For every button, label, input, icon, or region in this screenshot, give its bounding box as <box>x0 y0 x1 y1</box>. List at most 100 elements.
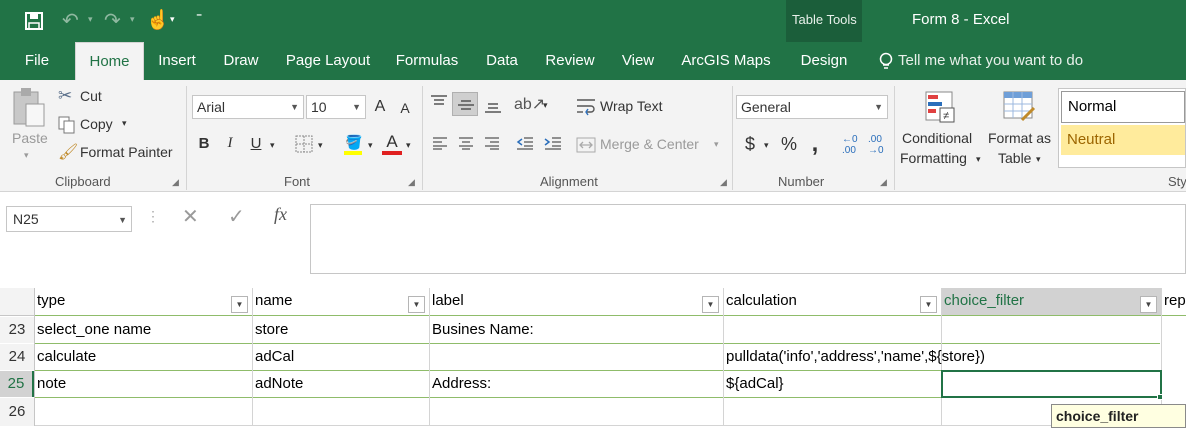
decrease-decimal-icon[interactable]: .00 →0 <box>868 134 884 156</box>
font-size-select[interactable]: 10 ▼ <box>306 95 366 119</box>
redo-icon[interactable]: ↷ <box>104 8 121 33</box>
tab-review[interactable]: Review <box>540 42 600 80</box>
align-middle-button[interactable] <box>452 92 478 116</box>
tab-file[interactable]: File <box>14 42 60 80</box>
number-launcher-icon[interactable]: ◢ <box>880 177 887 188</box>
enter-check-icon[interactable]: ✓ <box>228 204 245 229</box>
cell-type[interactable]: calculate <box>34 344 252 370</box>
customize-toolbar-icon[interactable]: ⁼ <box>196 10 202 24</box>
column-header-name[interactable]: name <box>252 288 429 315</box>
number-format-select[interactable]: General ▼ <box>736 95 888 119</box>
select-all-corner[interactable] <box>0 288 34 316</box>
increase-font-size-button[interactable]: A <box>372 98 388 116</box>
cell-calculation[interactable] <box>723 317 941 343</box>
align-right-icon[interactable] <box>484 136 500 150</box>
cancel-icon[interactable]: ✕ <box>182 204 199 229</box>
column-header-choice-filter[interactable]: choice_filter <box>941 288 1161 315</box>
redo-dropdown-icon[interactable]: ▾ <box>130 14 135 25</box>
filter-dropdown-icon[interactable]: ▼ <box>1140 296 1157 313</box>
merge-center-button[interactable]: Merge & Center ▾ <box>576 134 726 156</box>
row-header-23[interactable]: 23 <box>0 317 34 343</box>
cut-button[interactable]: ✂ Cut <box>58 86 138 108</box>
font-color-dropdown-icon[interactable]: ▾ <box>406 140 411 151</box>
undo-dropdown-icon[interactable]: ▾ <box>88 14 93 25</box>
column-header-calculation[interactable]: calculation <box>723 288 941 315</box>
touch-mode-icon[interactable]: ☝ <box>146 8 170 32</box>
tab-data[interactable]: Data <box>480 42 524 80</box>
italic-button[interactable]: I <box>222 135 238 152</box>
row-header-26[interactable]: 26 <box>0 398 34 426</box>
tell-me-search[interactable]: Tell me what you want to do <box>898 42 1094 80</box>
underline-dropdown-icon[interactable]: ▾ <box>270 140 275 151</box>
fill-color-dropdown-icon[interactable]: ▾ <box>368 140 373 151</box>
bold-button[interactable]: B <box>196 135 212 152</box>
clipboard-launcher-icon[interactable]: ◢ <box>172 177 179 188</box>
wrap-text-button[interactable]: Wrap Text <box>576 96 672 118</box>
decrease-font-size-button[interactable]: A <box>398 100 412 116</box>
format-as-table-button[interactable]: Format as Table ▾ <box>984 86 1056 172</box>
drag-handle-icon[interactable]: ⋮ <box>146 208 160 225</box>
name-box[interactable]: N25 ▼ <box>6 206 132 232</box>
currency-dropdown-icon[interactable]: ▾ <box>764 140 769 151</box>
orientation-dropdown-icon[interactable]: ▾ <box>543 100 548 111</box>
cell-calculation[interactable]: ${adCal} <box>723 371 941 397</box>
decrease-indent-icon[interactable] <box>516 136 534 150</box>
cell-name[interactable]: store <box>252 317 429 343</box>
cell-choice-filter[interactable] <box>941 317 1161 343</box>
filter-dropdown-icon[interactable]: ▼ <box>231 296 248 313</box>
increase-indent-icon[interactable] <box>544 136 562 150</box>
fill-handle[interactable] <box>1157 394 1163 400</box>
cell-label[interactable]: Address: <box>429 371 723 397</box>
filter-dropdown-icon[interactable]: ▼ <box>702 296 719 313</box>
cell-name[interactable]: adCal <box>252 344 429 370</box>
conditional-formatting-button[interactable]: ≠ Conditional Formatting ▾ <box>898 86 982 172</box>
copy-button[interactable]: Copy ▾ <box>58 114 138 136</box>
font-name-select[interactable]: Arial ▼ <box>192 95 304 119</box>
format-painter-button[interactable]: 🖌 Format Painter <box>58 142 182 164</box>
fill-color-button[interactable]: 🪣 <box>344 134 362 156</box>
cell-calculation[interactable]: pulldata('info','address','name',${store… <box>723 344 1043 370</box>
align-bottom-icon[interactable] <box>484 98 502 114</box>
tab-design[interactable]: Design <box>792 42 856 80</box>
column-header-type[interactable]: type <box>34 288 252 315</box>
tab-formulas[interactable]: Formulas <box>390 42 464 80</box>
comma-style-button[interactable]: , <box>808 130 822 158</box>
touch-dropdown-icon[interactable]: ▾ <box>170 14 175 25</box>
save-icon[interactable] <box>24 11 44 31</box>
align-left-icon[interactable] <box>432 136 448 150</box>
row-header-25[interactable]: 25 <box>0 371 34 397</box>
tab-arcgis-maps[interactable]: ArcGIS Maps <box>676 42 776 80</box>
column-header-rep[interactable]: rep <box>1161 288 1186 315</box>
cell-label[interactable]: Busines Name: <box>429 317 723 343</box>
tab-page-layout[interactable]: Page Layout <box>282 42 374 80</box>
tab-insert[interactable]: Insert <box>152 42 202 80</box>
percent-button[interactable]: % <box>780 134 798 155</box>
borders-icon[interactable] <box>295 135 313 153</box>
align-center-icon[interactable] <box>458 136 474 150</box>
tab-draw[interactable]: Draw <box>218 42 264 80</box>
insert-function-button[interactable]: fx <box>274 204 287 225</box>
cell-type[interactable]: select_one name <box>34 317 252 343</box>
cell-label[interactable] <box>429 344 723 370</box>
tab-view[interactable]: View <box>614 42 662 80</box>
align-top-icon[interactable] <box>430 94 448 110</box>
selected-cell-n25[interactable] <box>941 370 1162 398</box>
style-normal[interactable]: Normal <box>1061 91 1185 123</box>
borders-dropdown-icon[interactable]: ▾ <box>318 140 323 151</box>
underline-button[interactable]: U <box>248 135 264 152</box>
filter-dropdown-icon[interactable]: ▼ <box>920 296 937 313</box>
column-header-label[interactable]: label <box>429 288 723 315</box>
cell-type[interactable]: note <box>34 371 252 397</box>
formula-input[interactable] <box>310 204 1186 274</box>
orientation-icon[interactable]: ab↗ <box>514 94 545 114</box>
tab-home[interactable]: Home <box>75 42 144 80</box>
font-color-button[interactable]: A <box>382 132 402 156</box>
currency-button[interactable]: $ <box>742 134 758 155</box>
cell-name[interactable]: adNote <box>252 371 429 397</box>
cell-type[interactable] <box>34 398 252 425</box>
alignment-launcher-icon[interactable]: ◢ <box>720 177 727 188</box>
paste-button[interactable]: Paste ▾ <box>8 86 50 172</box>
row-header-24[interactable]: 24 <box>0 344 34 370</box>
filter-dropdown-icon[interactable]: ▼ <box>408 296 425 313</box>
increase-decimal-icon[interactable]: ←0.00 <box>842 134 858 156</box>
